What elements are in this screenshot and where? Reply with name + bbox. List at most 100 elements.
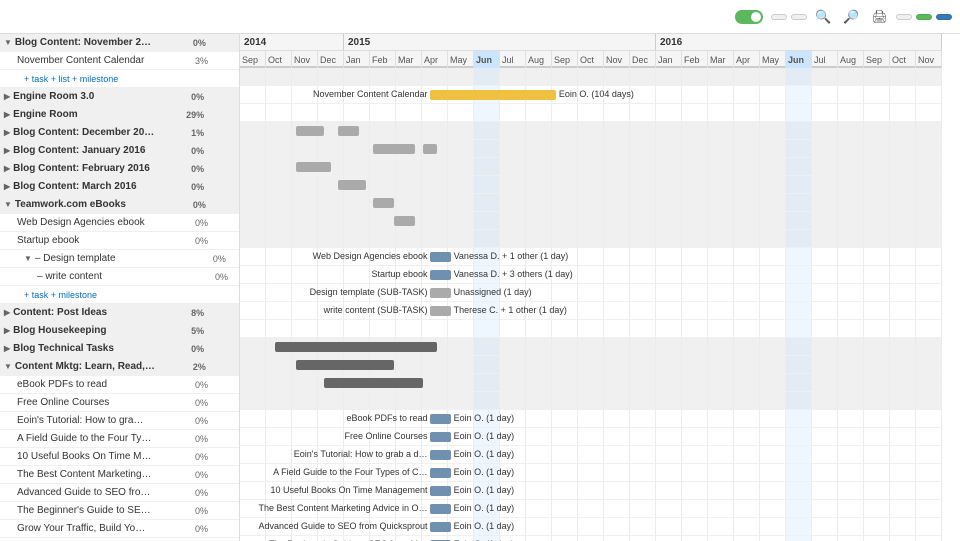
gantt-bar[interactable] <box>430 486 451 496</box>
gantt-month-label: Nov <box>292 51 318 68</box>
gantt-bar[interactable] <box>430 270 451 280</box>
task-row[interactable]: November Content Calendar 3% <box>0 52 239 70</box>
gantt-month-label: Jun <box>786 51 812 68</box>
gantt-grid-cell <box>760 302 786 319</box>
task-row[interactable]: Free Online Courses 0% <box>0 394 239 412</box>
gantt-bar[interactable] <box>430 468 451 478</box>
task-row[interactable]: 10 Useful Books On Time M… 0% <box>0 448 239 466</box>
gantt-grid-cell <box>396 104 422 121</box>
gantt-panel[interactable]: 201420152016SepOctNovDecJanFebMarAprMayJ… <box>240 34 960 541</box>
search-icon[interactable]: 🔍 <box>811 7 835 27</box>
task-percent-label: 0% <box>184 200 206 210</box>
help-button[interactable] <box>896 14 912 20</box>
task-row[interactable]: ▶ Content: Post Ideas 8% <box>0 304 239 322</box>
task-row[interactable]: Advanced Guide to SEO fro… 0% <box>0 484 239 502</box>
gantt-row <box>240 158 942 176</box>
gantt-grid-cell <box>864 320 890 337</box>
gantt-bar[interactable] <box>373 198 394 208</box>
gantt-grid-cell <box>318 212 344 229</box>
gantt-bar[interactable] <box>430 504 451 514</box>
gantt-bar[interactable] <box>296 126 324 136</box>
gantt-grid-cell <box>422 158 448 175</box>
task-row[interactable]: ▶ Blog Technical Tasks 0% <box>0 340 239 358</box>
gantt-header: 201420152016SepOctNovDecJanFebMarAprMayJ… <box>240 34 942 68</box>
task-row[interactable]: A Field Guide to the Four Ty… 0% <box>0 430 239 448</box>
gantt-bar[interactable] <box>430 522 451 532</box>
task-row[interactable]: The Beginner's Guide to SE… 0% <box>0 502 239 520</box>
gantt-grid-cell <box>474 176 500 193</box>
task-row[interactable]: ▼ Blog Content: November 2… 0% <box>0 34 239 52</box>
gantt-bar[interactable] <box>338 126 359 136</box>
add-task-link[interactable]: + task + milestone <box>24 290 97 300</box>
gantt-grid-cell <box>786 464 812 481</box>
gantt-grid-cell <box>890 158 916 175</box>
print-icon[interactable]: 🖨 <box>867 7 892 27</box>
pin-button[interactable] <box>936 14 952 20</box>
task-row[interactable]: Startup ebook 0% <box>0 232 239 250</box>
gantt-grid-cell <box>916 374 942 391</box>
gantt-bar[interactable] <box>430 432 451 442</box>
gantt-bar[interactable] <box>430 414 451 424</box>
gantt-bar[interactable] <box>430 288 451 298</box>
gantt-grid-cell <box>526 230 552 247</box>
task-row[interactable]: The Best Content Marketing… 0% <box>0 466 239 484</box>
gantt-grid-cell <box>812 446 838 463</box>
gantt-bar-label-left: Advanced Guide to SEO from Quicksprout <box>258 521 427 531</box>
task-name-label: Blog Content: November 2… <box>15 37 180 48</box>
task-row[interactable]: ▶ Blog Content: March 2016 0% <box>0 178 239 196</box>
gantt-grid-cell <box>656 518 682 535</box>
gantt-bar[interactable] <box>430 450 451 460</box>
gantt-bar[interactable] <box>338 180 366 190</box>
task-row[interactable]: – write content 0% <box>0 268 239 286</box>
gantt-grid-cell <box>344 158 370 175</box>
gantt-grid-cell <box>890 302 916 319</box>
gantt-grid-cell <box>318 104 344 121</box>
gantt-grid-cell <box>864 248 890 265</box>
task-row[interactable]: ▶ Blog Content: December 20… 1% <box>0 124 239 142</box>
gantt-bar[interactable] <box>430 90 556 100</box>
task-row[interactable]: ▶ Blog Housekeeping 5% <box>0 322 239 340</box>
task-row[interactable]: eBook PDFs to read 0% <box>0 376 239 394</box>
gantt-grid-cell <box>812 536 838 541</box>
task-row[interactable]: ▶ Engine Room 3.0 0% <box>0 88 239 106</box>
task-row[interactable]: ▼ – Design template 0% <box>0 250 239 268</box>
task-row[interactable]: ▶ Engine Room 29% <box>0 106 239 124</box>
show-completed-button[interactable] <box>771 14 787 20</box>
gantt-bar[interactable] <box>324 378 422 388</box>
autosave-toggle[interactable] <box>735 10 763 24</box>
gantt-row: The Best Content Marketing Advice in O…E… <box>240 500 942 518</box>
gantt-bar[interactable] <box>394 216 415 226</box>
task-row[interactable]: Eoin's Tutorial: How to gra… 0% <box>0 412 239 430</box>
gantt-bar[interactable] <box>296 162 331 172</box>
gantt-grid-cell <box>708 374 734 391</box>
gantt-grid-cell <box>838 536 864 541</box>
task-name-label: Blog Technical Tasks <box>13 343 178 354</box>
gantt-bar[interactable] <box>275 342 436 352</box>
gantt-bar[interactable] <box>296 360 394 370</box>
zoom-out-icon[interactable]: 🔎 <box>839 7 863 27</box>
gantt-grid-cell <box>734 464 760 481</box>
gantt-grid-cell <box>604 302 630 319</box>
gantt-grid-cell <box>708 320 734 337</box>
task-row[interactable]: ▶ Blog Content: January 2016 0% <box>0 142 239 160</box>
gantt-grid-cell <box>240 194 266 211</box>
gantt-bar-label-left: A Field Guide to the Four Types of C… <box>273 467 427 477</box>
gantt-grid-cell <box>864 392 890 409</box>
add-task-link[interactable]: + task + list + milestone <box>24 74 118 84</box>
gantt-grid-cell <box>292 176 318 193</box>
gantt-bar[interactable] <box>430 306 451 316</box>
gantt-grid-cell <box>760 86 786 103</box>
save-changes-button[interactable] <box>916 14 932 20</box>
task-row[interactable]: ▼ Teamwork.com eBooks 0% <box>0 196 239 214</box>
task-row[interactable]: Grow Your Traffic, Build Yo… 0% <box>0 520 239 538</box>
gantt-grid-cell <box>760 68 786 85</box>
gantt-grid-cell <box>396 158 422 175</box>
task-row[interactable]: ▼ Content Mktg: Learn, Read,… 2% <box>0 358 239 376</box>
task-row[interactable]: ▶ Blog Content: February 2016 0% <box>0 160 239 178</box>
gantt-bar[interactable] <box>423 144 437 154</box>
task-row[interactable]: Web Design Agencies ebook 0% <box>0 214 239 232</box>
gantt-grid-cell <box>708 428 734 445</box>
show-all-button[interactable] <box>791 14 807 20</box>
gantt-bar[interactable] <box>373 144 415 154</box>
gantt-bar[interactable] <box>430 252 451 262</box>
